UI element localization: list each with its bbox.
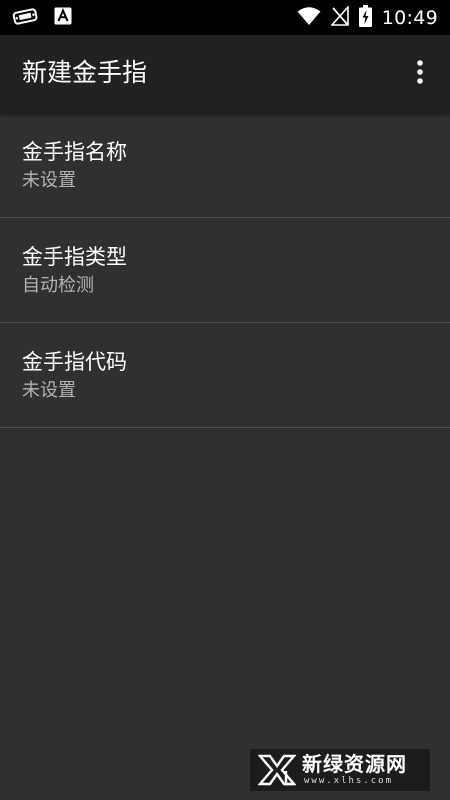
pref-title: 金手指类型 bbox=[22, 245, 127, 269]
overflow-menu-button[interactable] bbox=[400, 54, 440, 94]
status-bar: 10:49 bbox=[0, 0, 450, 35]
pref-summary: 未设置 bbox=[22, 380, 76, 401]
preference-list: 金手指名称 未设置 金手指类型 自动检测 金手指代码 未设置 bbox=[0, 113, 450, 428]
pref-summary: 自动检测 bbox=[22, 275, 94, 296]
pref-cheat-code[interactable]: 金手指代码 未设置 bbox=[0, 323, 450, 428]
page-title: 新建金手指 bbox=[22, 58, 148, 87]
screen: 10:49 新建金手指 金手指名称 未设置 金手指类型 自动检测 金手指代码 未… bbox=[0, 0, 450, 800]
pref-title: 金手指名称 bbox=[22, 140, 127, 164]
status-right-icons: 10:49 bbox=[297, 0, 438, 35]
more-vert-icon bbox=[416, 59, 424, 89]
pref-title: 金手指代码 bbox=[22, 350, 127, 374]
xl-logo-icon bbox=[257, 753, 297, 791]
no-signal-icon bbox=[329, 4, 349, 30]
status-time: 10:49 bbox=[381, 6, 438, 29]
gamepad-icon bbox=[12, 7, 38, 29]
pref-summary: 未设置 bbox=[22, 170, 76, 191]
app-bar: 新建金手指 bbox=[0, 35, 450, 113]
wifi-icon bbox=[297, 6, 321, 30]
pref-cheat-type[interactable]: 金手指类型 自动检测 bbox=[0, 218, 450, 323]
battery-charging-icon bbox=[358, 4, 372, 31]
watermark: 新绿资源网 www.xlhs.com bbox=[250, 749, 430, 791]
pref-cheat-name[interactable]: 金手指名称 未设置 bbox=[0, 113, 450, 218]
text-a-icon bbox=[54, 7, 72, 29]
watermark-domain: www.xlhs.com bbox=[304, 776, 394, 786]
status-left-icons bbox=[12, 7, 72, 29]
watermark-name: 新绿资源网 bbox=[302, 752, 407, 776]
